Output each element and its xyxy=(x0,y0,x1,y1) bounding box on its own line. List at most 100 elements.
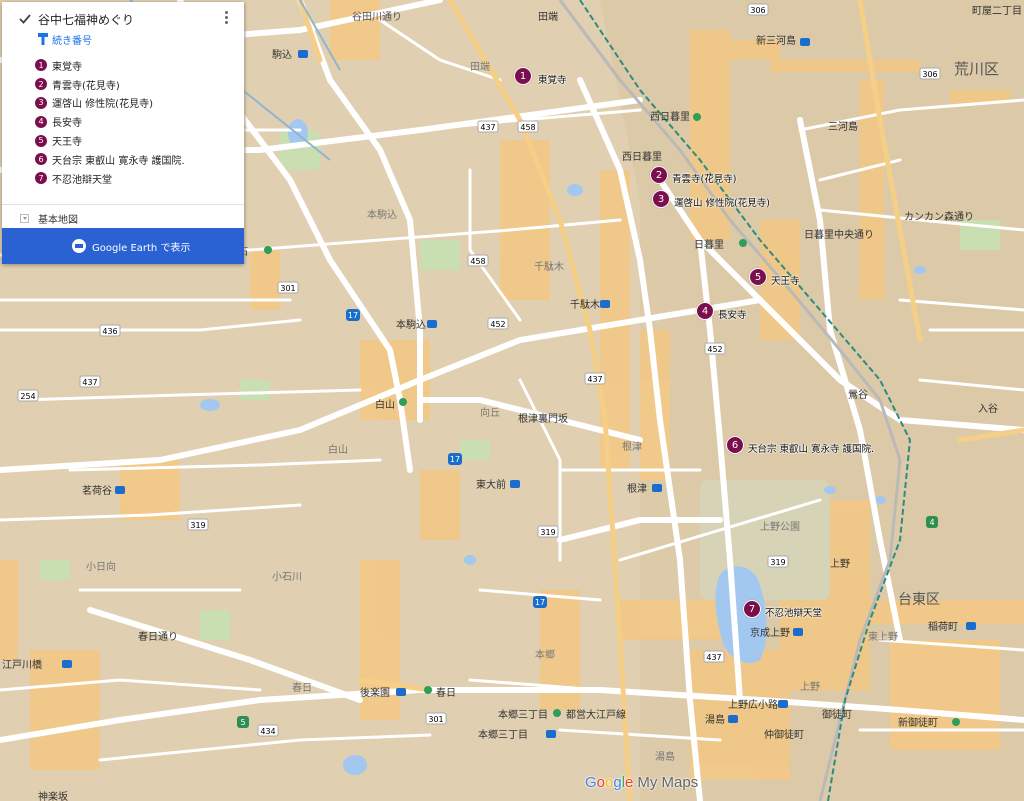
map-pin[interactable]: 3 xyxy=(652,190,670,208)
more-options-icon[interactable] xyxy=(222,10,230,26)
marker-number: 7 xyxy=(35,172,47,185)
place-label: 白山 xyxy=(328,443,348,456)
google-earth-icon xyxy=(72,239,86,253)
layer-checkbox-icon[interactable] xyxy=(19,13,31,25)
place-label: 湯島 xyxy=(705,713,725,726)
place-label: 仲御徒町 xyxy=(764,728,804,741)
route-shield: 437 xyxy=(82,378,97,387)
base-map-label: 基本地図 xyxy=(38,215,78,226)
place-label: 小日向 xyxy=(86,560,116,573)
route-shield: 437 xyxy=(706,653,721,662)
place-label: 上野公園 xyxy=(760,521,800,533)
route-shield: 319 xyxy=(540,528,555,537)
place-label: 上野広小路 xyxy=(728,698,778,711)
place-label: 荒川区 xyxy=(954,60,999,78)
map-pin[interactable]: 1 xyxy=(514,67,532,85)
place-label: 新三河島 xyxy=(756,34,796,47)
place-label: 根津裏門坂 xyxy=(518,412,568,425)
list-item-label: 天王寺 xyxy=(52,137,82,149)
map-pin-label: 青雲寺(花見寺) xyxy=(672,174,737,185)
route-shield: 434 xyxy=(260,727,275,736)
map-pin-label: 不忍池辯天堂 xyxy=(765,608,823,619)
paint-brush-icon xyxy=(38,33,48,45)
place-list: 1 東覚寺 2 青雲寺(花見寺) 3 運啓山 修性院(花見寺) 4 長安寺 5 天王寺 6… xyxy=(35,56,240,188)
route-shield: 306 xyxy=(750,6,765,15)
place-label: 日暮里中央通り xyxy=(804,228,874,241)
list-item[interactable]: 5 天王寺 xyxy=(35,131,240,150)
route-shield: 17 xyxy=(450,455,460,464)
list-item-label: 天台宗 東叡山 寛永寺 護国院. xyxy=(52,155,185,167)
layer-title[interactable]: 谷中七福神めぐり xyxy=(38,11,134,28)
place-label: 田端 xyxy=(538,10,558,23)
place-label: 根津 xyxy=(627,482,647,495)
route-shield: 458 xyxy=(470,257,485,266)
place-label: カンカン森通り xyxy=(904,210,974,223)
marker-number: 4 xyxy=(35,115,47,128)
map-pin[interactable]: 7 xyxy=(743,600,761,618)
marker-number: 3 xyxy=(35,96,47,109)
google-earth-button[interactable]: Google Earth で表示 xyxy=(2,228,244,264)
place-label: 日暮里 xyxy=(694,238,724,251)
map-pin[interactable]: 4 xyxy=(696,302,714,320)
list-item[interactable]: 4 長安寺 xyxy=(35,112,240,131)
place-label: 上野 xyxy=(830,558,850,570)
place-label: 三河島 xyxy=(828,120,858,133)
marker-number: 5 xyxy=(35,134,47,147)
list-item[interactable]: 1 東覚寺 xyxy=(35,56,240,75)
place-label: 白山 xyxy=(375,398,395,411)
list-item-label: 不忍池辯天堂 xyxy=(52,174,112,186)
list-item[interactable]: 7 不忍池辯天堂 xyxy=(35,169,240,188)
marker-number: 1 xyxy=(35,59,47,72)
map-pin[interactable]: 6 xyxy=(726,436,744,454)
marker-number: 2 xyxy=(35,78,47,91)
list-item-label: 運啓山 修性院(花見寺) xyxy=(52,99,153,111)
place-label: 西日暮里 xyxy=(622,150,662,163)
list-item[interactable]: 3 運啓山 修性院(花見寺) xyxy=(35,94,240,113)
route-shield: 5 xyxy=(240,718,245,727)
map-pin-label: 天台宗 東叡山 寛永寺 護国院. xyxy=(748,444,875,455)
place-label: 向丘 xyxy=(480,406,500,419)
place-label: 西日暮里 xyxy=(650,110,690,123)
route-shield: 306 xyxy=(922,70,937,79)
route-shield: 437 xyxy=(480,123,495,132)
place-label: 後楽園 xyxy=(360,686,390,699)
place-label: 谷田川通り xyxy=(352,11,402,23)
route-shield: 17 xyxy=(535,598,545,607)
route-shield: 301 xyxy=(280,284,295,293)
map-pin[interactable]: 2 xyxy=(650,166,668,184)
place-label: 台東区 xyxy=(898,592,940,608)
route-shield: 458 xyxy=(520,123,535,132)
place-label: 新御徒町 xyxy=(898,716,938,729)
place-label: 江戸川橋 xyxy=(2,658,42,671)
place-label: 千駄木 xyxy=(570,298,600,311)
place-label: 京成上野 xyxy=(750,626,790,639)
place-label: 東上野 xyxy=(868,630,898,643)
place-label: 小石川 xyxy=(272,571,302,583)
list-item[interactable]: 2 青雲寺(花見寺) xyxy=(35,75,240,94)
map-pin-label: 東覚寺 xyxy=(538,75,567,86)
place-label: 田端 xyxy=(470,60,490,73)
divider xyxy=(2,204,244,205)
list-item[interactable]: 6 天台宗 東叡山 寛永寺 護国院. xyxy=(35,150,240,169)
route-shield: 452 xyxy=(490,320,505,329)
map-pin-label: 運啓山 修性院(花見寺) xyxy=(674,198,770,209)
place-label: 御徒町 xyxy=(822,708,852,721)
place-label: 本駒込 xyxy=(396,318,426,331)
route-shield: 437 xyxy=(587,375,602,384)
place-label: 入谷 xyxy=(978,403,998,415)
route-shield: 319 xyxy=(190,521,205,530)
google-my-maps-logo: Google My Maps xyxy=(585,774,699,791)
place-label: 東大前 xyxy=(476,478,506,491)
place-label: 千駄木 xyxy=(534,260,564,273)
place-label: 駒込 xyxy=(272,49,292,61)
place-label: 本郷三丁目 xyxy=(478,728,528,741)
list-item-label: 東覚寺 xyxy=(52,61,82,73)
place-label: 本郷 xyxy=(535,648,555,661)
place-label: 春日 xyxy=(292,682,312,694)
list-item-label: 長安寺 xyxy=(52,118,82,130)
expand-icon xyxy=(20,214,29,223)
marker-number: 6 xyxy=(35,153,47,166)
map-pin[interactable]: 5 xyxy=(749,268,767,286)
place-label: 本郷三丁目 xyxy=(498,708,548,721)
style-label: 続き番号 xyxy=(52,36,92,47)
